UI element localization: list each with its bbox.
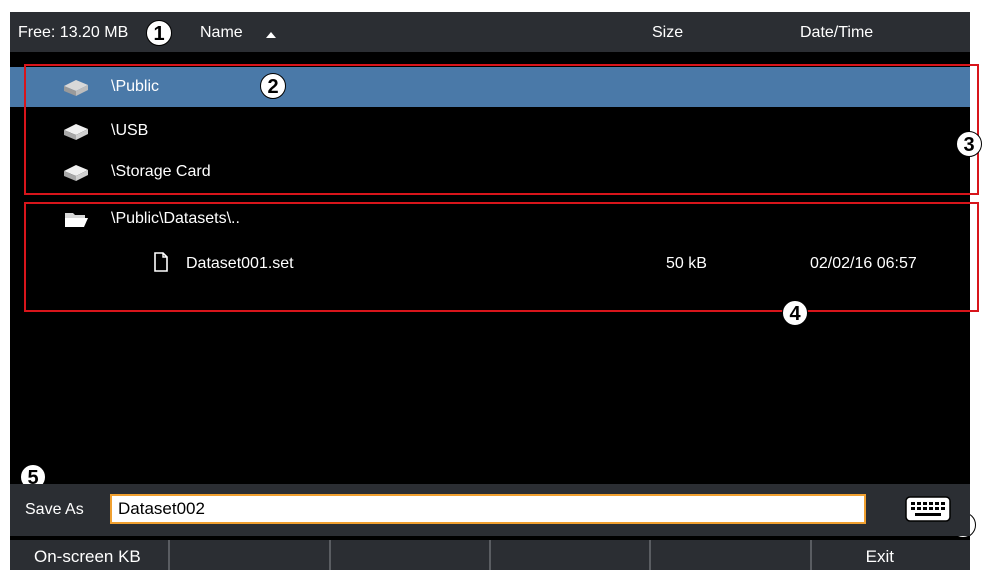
file-name-input[interactable] bbox=[110, 494, 866, 524]
softkey-4[interactable] bbox=[491, 540, 652, 570]
name-column-header[interactable]: Name bbox=[200, 24, 243, 42]
folder-contents-highlight-box bbox=[24, 202, 979, 312]
keyboard-icon[interactable] bbox=[902, 494, 954, 524]
softkey-5[interactable] bbox=[651, 540, 812, 570]
datetime-column-header[interactable]: Date/Time bbox=[800, 24, 873, 42]
callout-2: 2 bbox=[260, 73, 286, 99]
size-column-header[interactable]: Size bbox=[652, 24, 683, 42]
callout-1: 1 bbox=[146, 20, 172, 46]
save-as-bar: Save As bbox=[10, 484, 970, 536]
softkey-2[interactable] bbox=[170, 540, 331, 570]
free-space-label: Free: 13.20 MB bbox=[18, 24, 129, 41]
exit-softkey[interactable]: Exit bbox=[812, 540, 970, 570]
callout-3: 3 bbox=[956, 131, 982, 157]
softkey-bar: On-screen KB Exit bbox=[10, 540, 970, 570]
on-screen-kb-softkey[interactable]: On-screen KB bbox=[10, 540, 171, 570]
drives-highlight-box bbox=[24, 64, 979, 195]
sort-ascending-icon bbox=[266, 32, 276, 38]
save-as-label: Save As bbox=[25, 501, 84, 518]
softkey-3[interactable] bbox=[331, 540, 491, 570]
callout-4: 4 bbox=[782, 300, 808, 326]
